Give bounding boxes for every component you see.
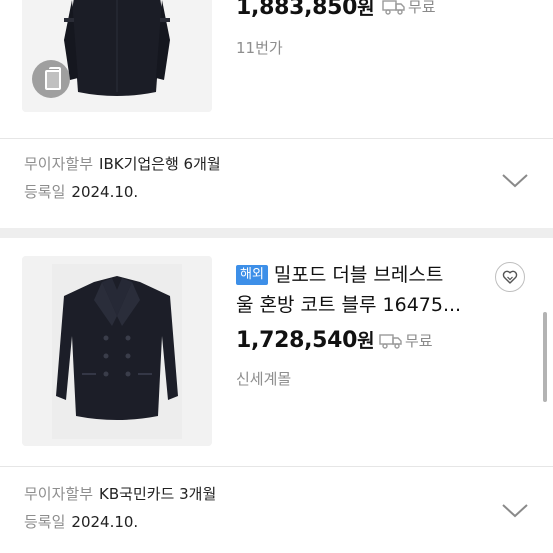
coat-image (22, 256, 212, 446)
product-price-2: 1,728,540원 (236, 326, 375, 353)
truck-icon (382, 0, 405, 15)
registered-row: 등록일 2024.10. (24, 508, 216, 536)
registered-row: 등록일 2024.10. (24, 178, 221, 206)
truck-icon (379, 333, 402, 349)
seller-name-1[interactable]: 11번가 (236, 37, 283, 58)
product-details-1: 무이자할부 IBK기업은행 6개월 등록일 2024.10. (24, 150, 221, 206)
price-unit: 원 (357, 330, 375, 352)
shipping-label: 무료 (405, 332, 433, 350)
price-value: 1,883,850 (236, 0, 358, 20)
product-details-2: 무이자할부 KB국민카드 3개월 등록일 2024.10. (24, 480, 216, 536)
chevron-down-icon[interactable] (500, 172, 530, 190)
installment-label: 무이자할부 (24, 485, 94, 503)
registered-value: 2024.10. (71, 513, 139, 531)
registered-value: 2024.10. (71, 183, 139, 201)
heart-icon (502, 270, 518, 284)
title-line-1: 해외 밀포드 더블 브레스트 (236, 260, 486, 290)
product-price-1: 1,883,850원 (236, 0, 375, 20)
gallery-icon[interactable] (32, 60, 70, 98)
product-image-1[interactable] (22, 0, 212, 112)
price-value: 1,728,540 (236, 328, 358, 353)
title-line-2: 울 혼방 코트 블루 16475... (236, 294, 462, 316)
scrollbar[interactable] (543, 312, 547, 402)
section-separator (0, 228, 553, 238)
overseas-badge: 해외 (236, 265, 268, 285)
shipping-info-1: 무료 (382, 0, 436, 17)
installment-label: 무이자할부 (24, 155, 94, 173)
price-unit: 원 (357, 0, 375, 19)
product-image-2[interactable] (22, 256, 212, 446)
installment-row: 무이자할부 KB국민카드 3개월 (24, 480, 216, 508)
product-title-2[interactable]: 해외 밀포드 더블 브레스트 울 혼방 코트 블루 16475... (236, 260, 486, 320)
registered-label: 등록일 (24, 513, 66, 531)
wishlist-button[interactable] (495, 262, 525, 292)
installment-value: KB국민카드 3개월 (99, 485, 217, 503)
installment-row: 무이자할부 IBK기업은행 6개월 (24, 150, 221, 178)
registered-label: 등록일 (24, 183, 66, 201)
installment-value: IBK기업은행 6개월 (99, 155, 221, 173)
shipping-label: 무료 (408, 0, 436, 16)
chevron-down-icon[interactable] (500, 502, 530, 520)
seller-name-2[interactable]: 신세계몰 (236, 368, 291, 389)
title-text: 밀포드 더블 브레스트 (273, 264, 444, 286)
shipping-info-2: 무료 (379, 330, 433, 351)
divider (0, 138, 553, 139)
divider (0, 466, 553, 467)
